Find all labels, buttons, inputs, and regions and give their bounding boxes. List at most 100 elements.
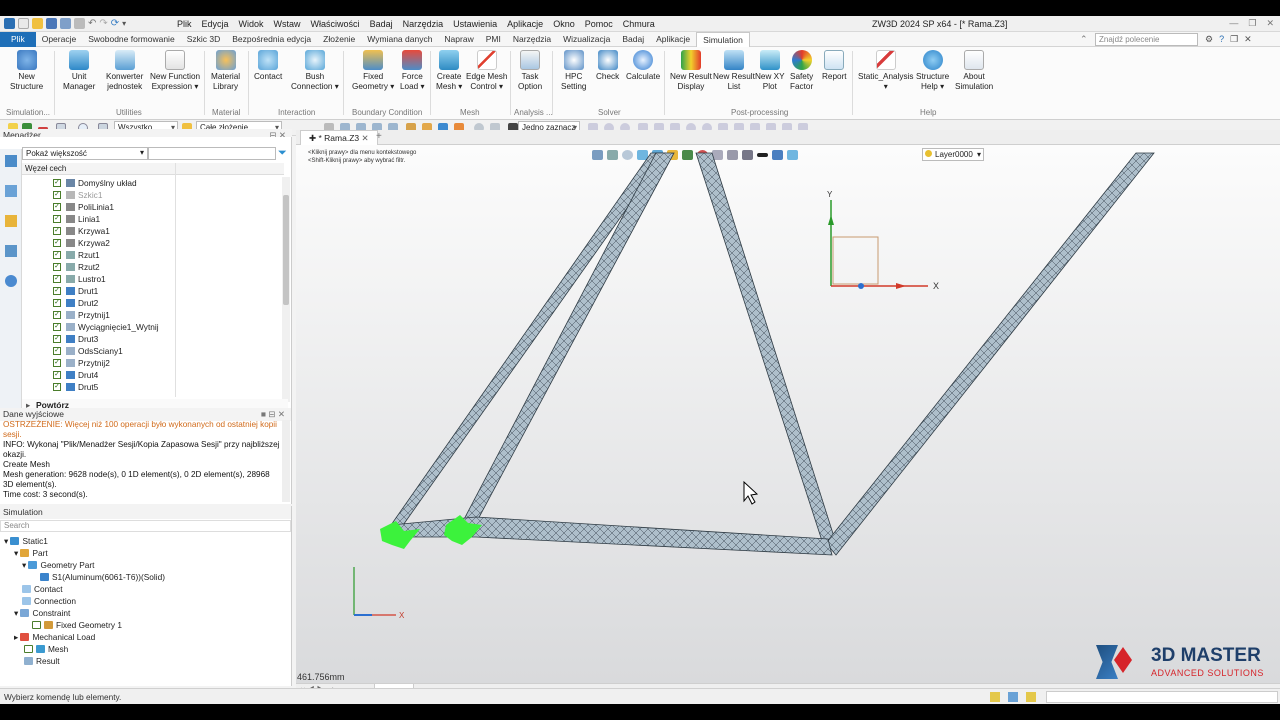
hpc-setting-button[interactable]: HPC Setting: [561, 50, 587, 92]
menu-widok[interactable]: Widok: [234, 19, 269, 29]
feature-tree-row[interactable]: ✓ Drut1: [22, 285, 284, 297]
status-icon-3[interactable]: [1026, 692, 1036, 702]
checkbox-icon[interactable]: [24, 645, 33, 653]
material-library-button[interactable]: Material Library: [211, 50, 240, 92]
settings-gear-icon[interactable]: ⚙: [1205, 34, 1213, 45]
tab-simulation[interactable]: Simulation: [696, 32, 750, 47]
tree-fixed-geometry[interactable]: Fixed Geometry 1: [32, 619, 122, 631]
tab-swobodne-formowanie[interactable]: Swobodne formowanie: [82, 32, 180, 47]
visibility-checkbox[interactable]: ✓: [53, 251, 61, 259]
feature-tree-row[interactable]: ✓ OdsSciany1: [22, 345, 284, 357]
tab-bezposrednia-edycja[interactable]: Bezpośrednia edycja: [226, 32, 317, 47]
visibility-checkbox[interactable]: ✓: [53, 347, 61, 355]
checkbox-icon[interactable]: [32, 621, 41, 629]
menu-badaj[interactable]: Badaj: [365, 19, 398, 29]
close-doc-icon[interactable]: ✕: [1244, 34, 1252, 45]
contact-button[interactable]: Contact: [254, 50, 282, 82]
print-icon[interactable]: [74, 18, 85, 29]
customize-chevron-icon[interactable]: ▾: [122, 19, 126, 28]
status-input[interactable]: [1046, 691, 1278, 703]
tab-operacje[interactable]: Operacje: [36, 32, 83, 47]
unit-manager-button[interactable]: Unit Manager: [63, 50, 95, 92]
visibility-checkbox[interactable]: ✓: [53, 203, 61, 211]
manager-search-input[interactable]: [148, 147, 276, 160]
status-icon-1[interactable]: [990, 692, 1000, 702]
layer-tab-icon[interactable]: [5, 185, 17, 197]
structure-help-button[interactable]: Structure Help ▾: [916, 50, 949, 92]
manager-scrollbar[interactable]: [282, 177, 290, 402]
undo-icon[interactable]: ↶: [88, 18, 96, 29]
visibility-checkbox[interactable]: ✓: [53, 311, 61, 319]
maximize-icon[interactable]: ❐: [1248, 18, 1256, 29]
menu-ustawienia[interactable]: Ustawienia: [448, 19, 502, 29]
visibility-checkbox[interactable]: ✓: [53, 323, 61, 331]
feature-tree-row[interactable]: ✓ Drut4: [22, 369, 284, 381]
feature-tree-row[interactable]: ✓ Drut3: [22, 333, 284, 345]
tree-constraint[interactable]: ▾ Constraint: [14, 607, 70, 619]
visibility-checkbox[interactable]: ✓: [53, 239, 61, 247]
simulation-search-input[interactable]: Search: [0, 520, 291, 532]
tab-szkic-3d[interactable]: Szkic 3D: [181, 32, 227, 47]
static-analysis-button[interactable]: Static_Analysis ▾: [858, 50, 914, 92]
konwerter-button[interactable]: Konwerter jednostek: [106, 50, 143, 92]
save-icon[interactable]: [46, 18, 57, 29]
folder-tab-icon[interactable]: [5, 215, 17, 227]
close-icon[interactable]: ✕: [1266, 18, 1274, 29]
bush-connection-button[interactable]: Bush Connection ▾: [291, 50, 339, 92]
tree-static1[interactable]: ▾ Static1: [4, 535, 48, 547]
scrollbar-thumb[interactable]: [283, 195, 289, 305]
history-tab-icon[interactable]: [5, 155, 17, 167]
restore-icon[interactable]: ❐: [1230, 34, 1238, 45]
tree-mechanical-load[interactable]: ▸ Mechanical Load: [14, 631, 95, 643]
tree-contact[interactable]: Contact: [22, 583, 63, 595]
status-icon-2[interactable]: [1008, 692, 1018, 702]
menu-plik[interactable]: Plik: [172, 19, 197, 29]
feature-tree-row[interactable]: ✓ Rzut1: [22, 249, 284, 261]
redo-icon[interactable]: ↷: [99, 18, 107, 29]
feature-tree-row[interactable]: ✓ Wyciągnięcie1_Wytnij: [22, 321, 284, 333]
tab-plik[interactable]: Plik: [0, 32, 36, 47]
menu-edycja[interactable]: Edycja: [197, 19, 234, 29]
user-tab-icon[interactable]: [5, 275, 17, 287]
about-simulation-button[interactable]: About Simulation: [955, 50, 993, 92]
feature-tree-row[interactable]: ✓ Krzywa1: [22, 225, 284, 237]
document-tab-rama[interactable]: ✚ * Rama.Z3 ✕: [300, 130, 378, 145]
new-function-button[interactable]: New Function Expression ▾: [150, 50, 200, 92]
feature-tree-row[interactable]: ✓ Przytnij1: [22, 309, 284, 321]
tree-connection[interactable]: Connection: [22, 595, 76, 607]
report-button[interactable]: Report: [822, 50, 847, 82]
tree-mesh[interactable]: Mesh: [24, 643, 68, 655]
tree-part[interactable]: ▾ Part: [14, 547, 48, 559]
feature-tree-row[interactable]: ✓ Krzywa2: [22, 237, 284, 249]
menu-pomoc[interactable]: Pomoc: [580, 19, 618, 29]
force-load-button[interactable]: Force Load ▾: [400, 50, 425, 92]
tab-pmi[interactable]: PMI: [480, 32, 507, 47]
menu-okno[interactable]: Okno: [548, 19, 580, 29]
calculate-button[interactable]: Calculate: [626, 50, 660, 82]
feature-tree-row[interactable]: ✓ Domyślny układ: [22, 177, 284, 189]
new-file-icon[interactable]: [18, 18, 29, 29]
feature-tree-row[interactable]: ✓ Linia1: [22, 213, 284, 225]
new-xy-plot-button[interactable]: New XY Plot: [755, 50, 785, 92]
view-tab-icon[interactable]: [5, 245, 17, 257]
visibility-checkbox[interactable]: ✓: [53, 383, 61, 391]
feature-tree-row[interactable]: ✓ Przytnij2: [22, 357, 284, 369]
new-structure-button[interactable]: New Structure: [10, 50, 43, 92]
close-tab-icon[interactable]: ✕: [361, 133, 368, 143]
collapse-ribbon-icon[interactable]: ⌃: [1080, 34, 1088, 45]
tree-result[interactable]: Result: [24, 655, 60, 667]
feature-tree-row[interactable]: ✓ Rzut2: [22, 261, 284, 273]
tree-geometry-part[interactable]: ▾ Geometry Part: [22, 559, 94, 571]
tab-zlozenie[interactable]: Złożenie: [317, 32, 361, 47]
tab-badaj[interactable]: Badaj: [616, 32, 650, 47]
edge-mesh-control-button[interactable]: Edge Mesh Control ▾: [466, 50, 507, 92]
tab-napraw[interactable]: Napraw: [438, 32, 479, 47]
show-filter-combo[interactable]: Pokaż większość ▾: [22, 147, 148, 160]
feature-tree-row[interactable]: ✓ PoliLinia1: [22, 201, 284, 213]
feature-tree-row[interactable]: ✓ Drut5: [22, 381, 284, 393]
visibility-checkbox[interactable]: ✓: [53, 335, 61, 343]
tree-solid[interactable]: S1(Aluminum(6061-T6))(Solid): [40, 571, 165, 583]
check-button[interactable]: Check: [596, 50, 619, 82]
save-as-icon[interactable]: [60, 18, 71, 29]
visibility-checkbox[interactable]: ✓: [53, 371, 61, 379]
